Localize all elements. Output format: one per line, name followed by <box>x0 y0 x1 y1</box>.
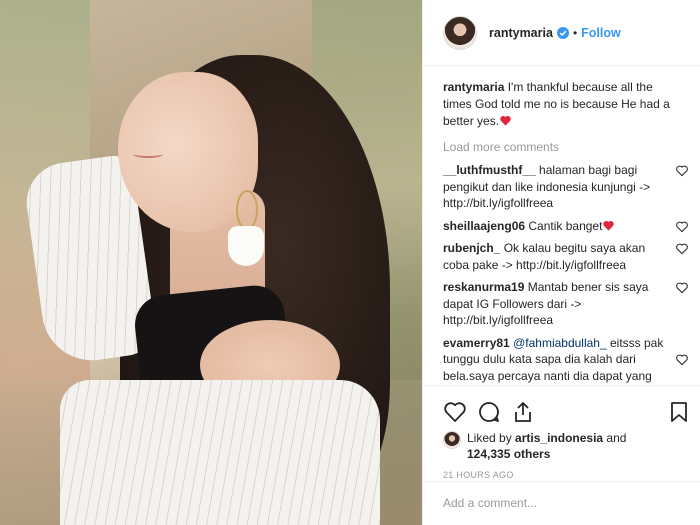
header-separator-dot: • <box>572 25 578 40</box>
likes-and: and <box>606 431 627 445</box>
comment-text: sheillaajeng06 Cantik banget <box>443 218 665 235</box>
red-heart-icon <box>500 115 511 126</box>
comment-mention[interactable]: @fahmiabdullah_ <box>513 336 607 350</box>
post-side-panel: rantymaria • Follow rantymaria I'm thank… <box>422 0 700 525</box>
comments-section[interactable]: rantymaria I'm thankful because all the … <box>423 67 700 385</box>
comment-item: __luthfmusthf__ halaman bagi bagi pengik… <box>443 162 689 212</box>
post-timestamp[interactable]: 21 hours ago <box>443 470 691 480</box>
photo-earring-tassel <box>228 226 264 266</box>
comment-username[interactable]: rubenjch_ <box>443 241 500 255</box>
red-heart-icon <box>603 220 615 230</box>
comment-username[interactable]: __luthfmusthf__ <box>443 163 536 177</box>
verified-badge-icon <box>556 26 569 39</box>
likes-text: Liked by artis_indonesia and 124,335 oth… <box>467 430 626 462</box>
follow-button[interactable]: Follow <box>581 26 621 40</box>
comment-item: rubenjch_ Ok kalau begitu saya akan coba… <box>443 240 689 273</box>
comment-username[interactable]: sheillaajeng06 <box>443 219 525 233</box>
photo-smile <box>133 150 163 158</box>
comment-item: evamerry81 @fahmiabdullah_ eitsss pak tu… <box>443 335 689 386</box>
comment-body: Cantik banget <box>528 218 603 233</box>
comment-text: evamerry81 @fahmiabdullah_ eitsss pak tu… <box>443 335 665 386</box>
comment-username[interactable]: reskanurma19 <box>443 280 524 294</box>
likes-count-link[interactable]: 124,335 others <box>467 447 550 461</box>
heart-icon[interactable] <box>443 400 467 424</box>
share-icon[interactable] <box>511 400 535 424</box>
heart-icon[interactable] <box>675 242 689 256</box>
bookmark-icon[interactable] <box>667 400 691 424</box>
comment-item: sheillaajeng06 Cantik banget <box>443 218 689 235</box>
header-username[interactable]: rantymaria <box>489 26 553 40</box>
post-actions: Liked by artis_indonesia and 124,335 oth… <box>423 385 700 480</box>
caption-username[interactable]: rantymaria <box>443 80 504 94</box>
post-caption: rantymaria I'm thankful because all the … <box>443 79 689 130</box>
post-photo[interactable] <box>0 0 422 525</box>
heart-icon[interactable] <box>675 164 689 178</box>
action-icons-row <box>443 394 691 430</box>
heart-icon[interactable] <box>675 353 689 367</box>
add-comment-bar <box>423 481 700 525</box>
comment-item: reskanurma19 Mantab bener sis saya dapat… <box>443 279 689 329</box>
comment-text: rubenjch_ Ok kalau begitu saya akan coba… <box>443 240 665 273</box>
heart-icon[interactable] <box>675 281 689 295</box>
photo-striped-shirt <box>60 380 380 525</box>
comment-text: __luthfmusthf__ halaman bagi bagi pengik… <box>443 162 665 212</box>
comment-icon[interactable] <box>477 400 501 424</box>
liker-username[interactable]: artis_indonesia <box>515 431 603 445</box>
photo-earring-hoop <box>236 190 258 230</box>
add-comment-input[interactable] <box>443 496 673 510</box>
liker-avatar[interactable] <box>443 431 461 449</box>
heart-icon[interactable] <box>675 220 689 234</box>
post-header: rantymaria • Follow <box>423 0 700 66</box>
comment-text: reskanurma19 Mantab bener sis saya dapat… <box>443 279 665 329</box>
likes-summary: Liked by artis_indonesia and 124,335 oth… <box>443 430 691 462</box>
avatar[interactable] <box>443 15 477 50</box>
load-more-comments-link[interactable]: Load more comments <box>443 140 689 154</box>
likes-prefix: Liked by <box>467 431 512 445</box>
comment-username[interactable]: evamerry81 <box>443 336 510 350</box>
